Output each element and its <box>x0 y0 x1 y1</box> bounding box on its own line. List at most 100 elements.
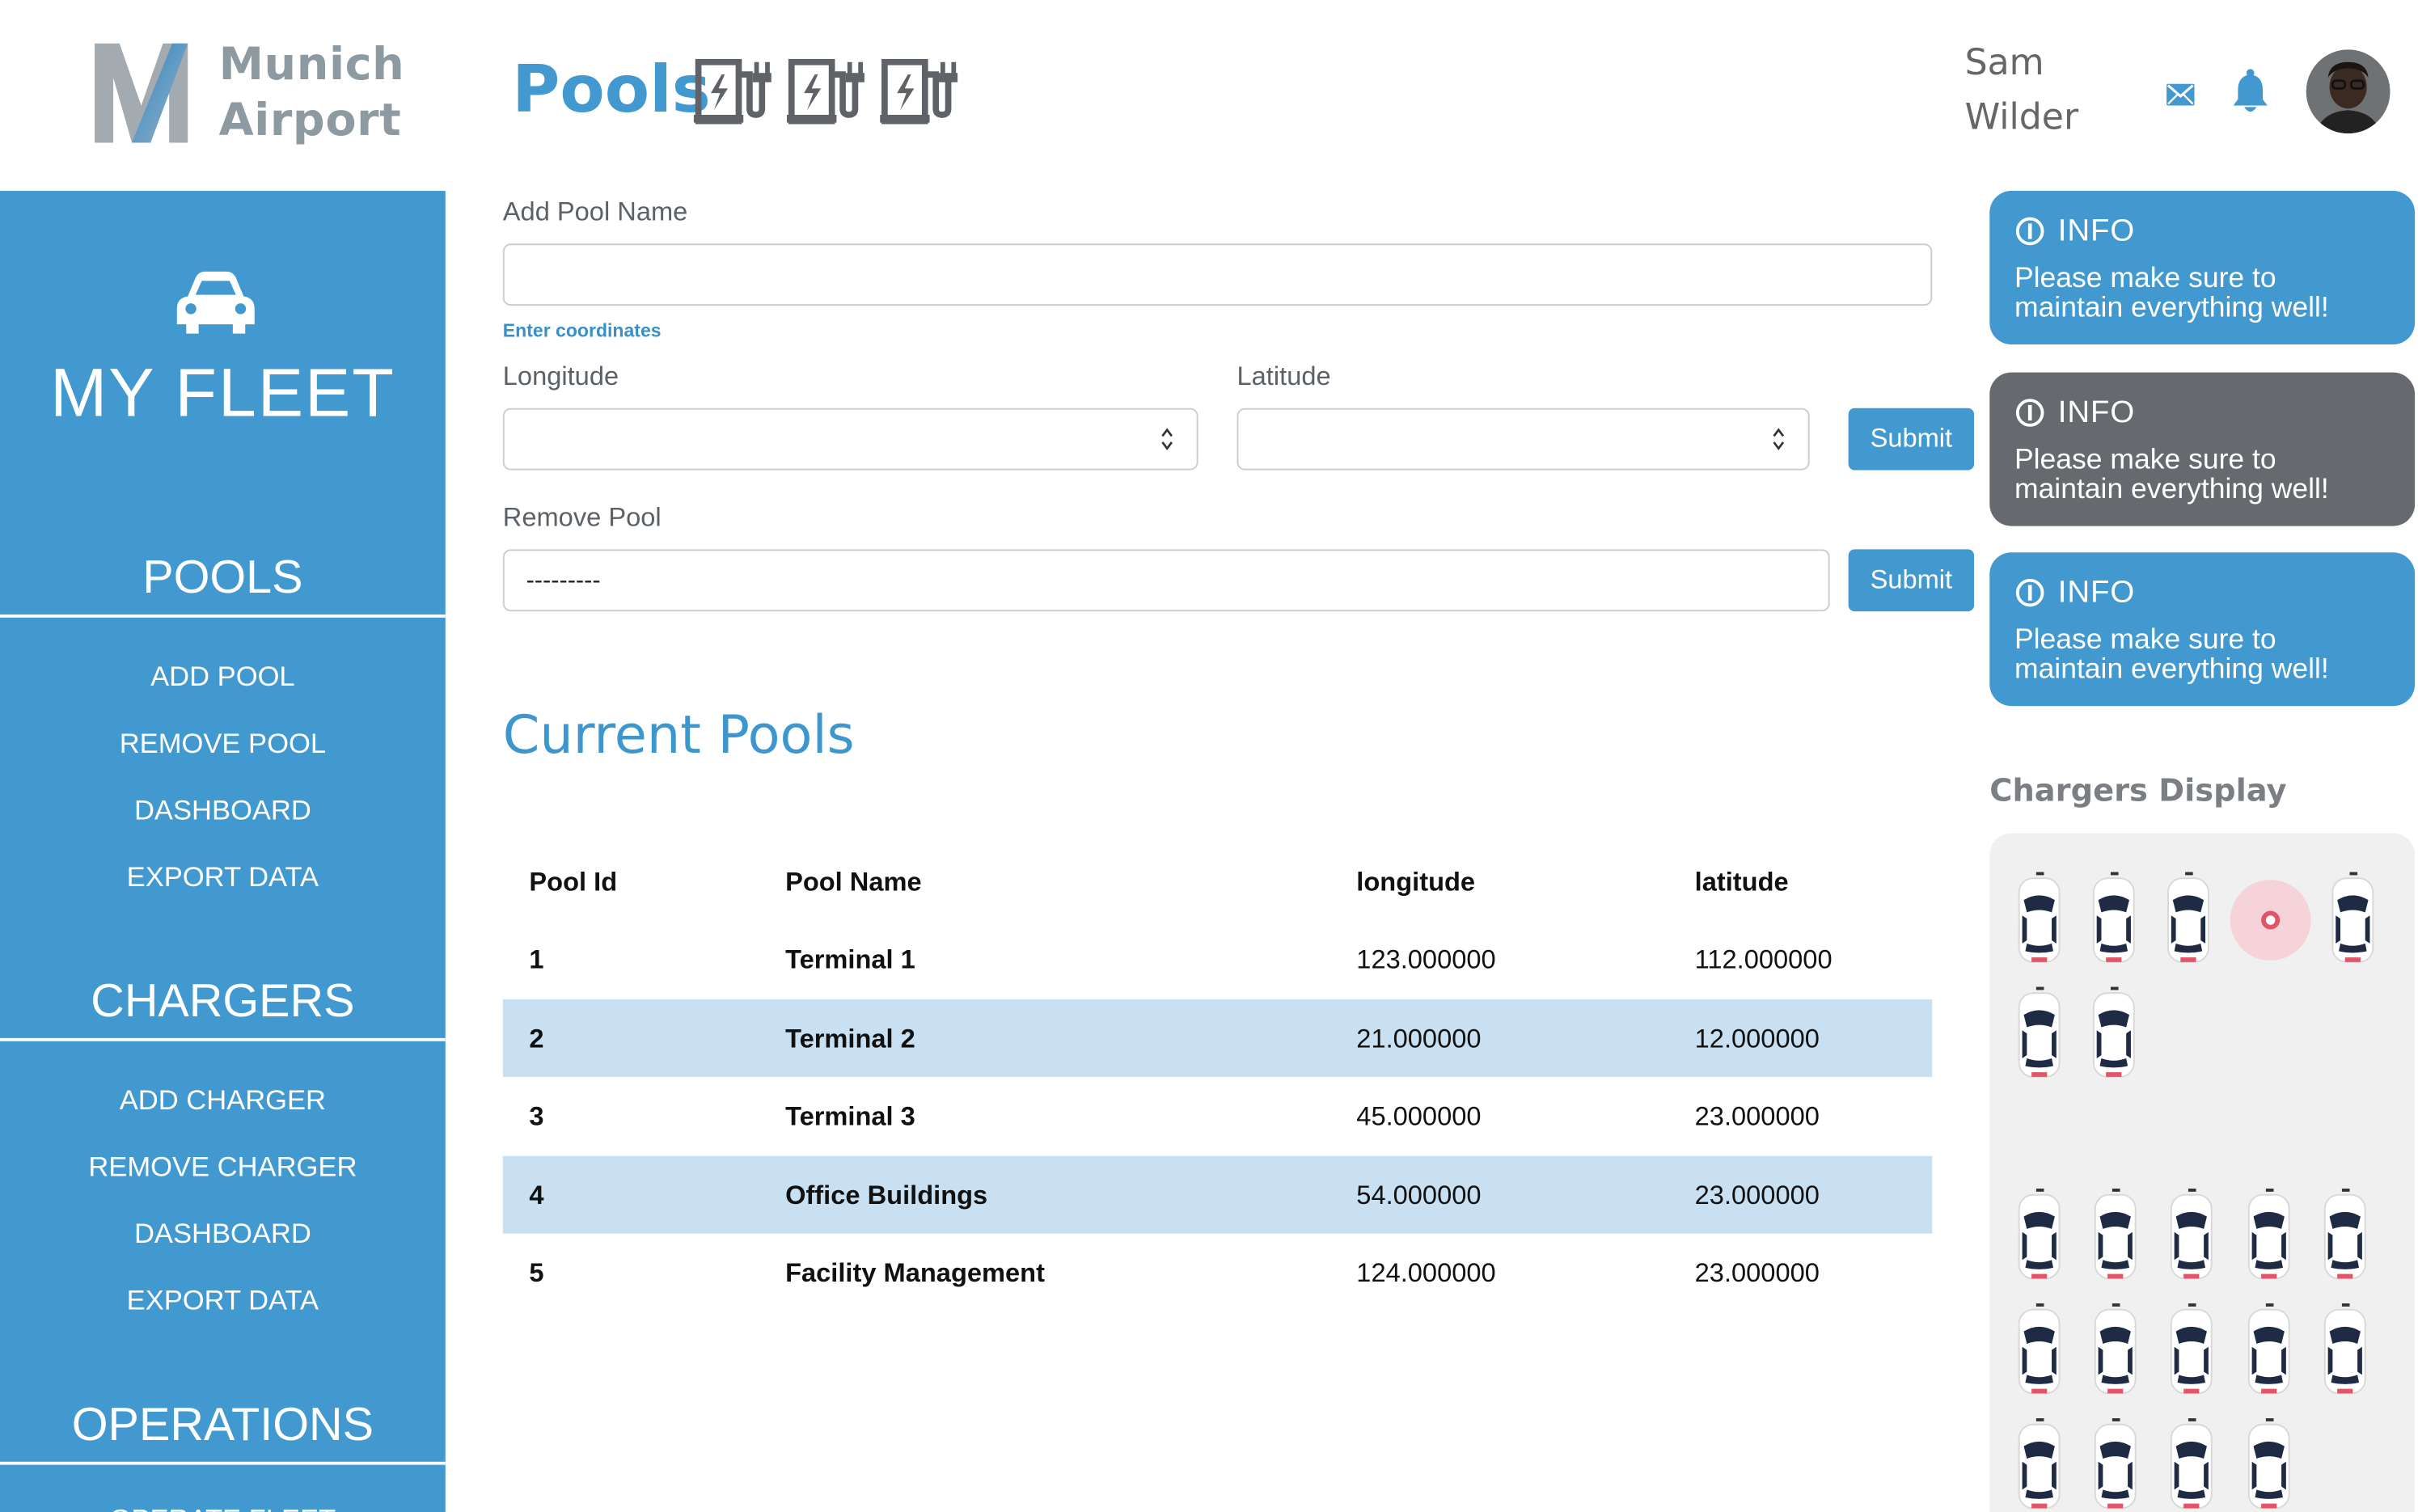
charger-car-icon[interactable] <box>2014 1418 2064 1512</box>
table-row[interactable]: 1 Terminal 1 123.000000 112.000000 <box>503 921 1932 999</box>
logo-line-1: Munich <box>218 37 405 91</box>
pool-longitude: 21.000000 <box>1356 1024 1482 1054</box>
table-row[interactable]: 3 Terminal 3 45.000000 23.000000 <box>503 1077 1932 1155</box>
bell-icon[interactable] <box>2232 68 2269 115</box>
info-card-text: Please make sure to maintain everything … <box>2014 622 2329 685</box>
charger-car-icon[interactable] <box>2166 1418 2216 1512</box>
logo-line-2: Airport <box>218 93 402 146</box>
charger-car-icon[interactable] <box>2166 1189 2216 1285</box>
ev-charger-icon <box>880 58 958 125</box>
latitude-input[interactable] <box>1236 408 1810 471</box>
nav-pools-dashboard[interactable]: DASHBOARD <box>0 795 446 827</box>
charger-car-icon[interactable] <box>2089 872 2138 969</box>
nav-pools-export-data[interactable]: EXPORT DATA <box>0 861 446 893</box>
pool-longitude: 124.000000 <box>1356 1258 1496 1288</box>
section-divider <box>0 1037 446 1041</box>
pool-latitude: 23.000000 <box>1694 1258 1820 1288</box>
nav-operate-fleet[interactable]: OPERATE FLEET <box>0 1504 446 1512</box>
charger-car-icon[interactable] <box>2014 872 2064 969</box>
charger-car-icon[interactable] <box>2014 1189 2064 1285</box>
pool-id: 1 <box>529 945 544 975</box>
nav-remove-pool[interactable]: REMOVE POOL <box>0 728 446 760</box>
add-pool-name-label: Add Pool Name <box>502 196 688 227</box>
pool-latitude: 23.000000 <box>1694 1101 1820 1132</box>
table-row[interactable]: 5 Facility Management 124.000000 23.0000… <box>503 1234 1932 1312</box>
section-title-chargers: CHARGERS <box>91 976 355 1028</box>
info-card-title: INFO <box>2057 213 2136 248</box>
coordinates-hint: Enter coordinates <box>502 319 662 342</box>
avatar[interactable] <box>2306 49 2391 134</box>
nav-chargers-dashboard[interactable]: DASHBOARD <box>0 1218 446 1250</box>
charger-car-icon[interactable] <box>2090 1189 2140 1285</box>
user-first-name: Sam <box>1964 43 2044 84</box>
latitude-label: Latitude <box>1236 361 1331 391</box>
charger-car-icon[interactable] <box>2090 1418 2140 1512</box>
pool-name: Terminal 1 <box>785 945 915 975</box>
longitude-label: Longitude <box>502 361 619 391</box>
charger-car-icon[interactable] <box>2090 1303 2140 1400</box>
charger-car-icon[interactable] <box>2014 1303 2064 1400</box>
longitude-input[interactable] <box>502 408 1198 471</box>
section-divider <box>0 614 446 618</box>
remove-pool-label: Remove Pool <box>502 502 662 533</box>
charger-car-icon[interactable] <box>2244 1303 2293 1400</box>
table-row[interactable]: 4 Office Buildings 54.000000 23.000000 <box>502 1155 1933 1234</box>
charger-car-icon[interactable] <box>2166 1303 2216 1400</box>
pool-name: Office Buildings <box>785 1180 988 1210</box>
pool-longitude: 123.000000 <box>1356 945 1496 975</box>
user-name[interactable]: Sam Wilder <box>1965 37 2079 146</box>
car-icon <box>176 271 255 334</box>
pool-latitude: 112.000000 <box>1694 945 1833 975</box>
info-card-title: INFO <box>2057 575 2136 610</box>
remove-pool-selected: --------- <box>526 568 601 595</box>
charger-car-icon[interactable] <box>2089 986 2138 1083</box>
nav-chargers-export-data[interactable]: EXPORT DATA <box>0 1285 446 1317</box>
column-header: longitude <box>1356 867 1476 897</box>
pool-longitude: 45.000000 <box>1356 1101 1482 1132</box>
pool-latitude: 23.000000 <box>1694 1180 1820 1210</box>
table-row[interactable]: 2 Terminal 2 21.000000 12.000000 <box>502 999 1933 1078</box>
logo-m-mark <box>95 43 188 143</box>
column-header: Pool Id <box>529 867 618 897</box>
munich-airport-logo: Munich Airport <box>86 34 404 158</box>
submit-coordinates-button[interactable]: Submit <box>1848 408 1975 471</box>
charger-car-icon[interactable] <box>2320 1189 2369 1285</box>
mail-icon[interactable] <box>2166 83 2195 106</box>
spinner-arrows-icon[interactable] <box>1160 425 1175 454</box>
charger-car-icon[interactable] <box>2244 1189 2293 1285</box>
submit-remove-pool-button[interactable]: Submit <box>1848 549 1975 612</box>
add-pool-name-input[interactable] <box>502 243 1933 306</box>
nav-add-pool[interactable]: ADD POOL <box>0 661 446 694</box>
pool-id: 5 <box>529 1258 544 1288</box>
user-last-name: Wilder <box>1964 97 2079 138</box>
nav-add-charger[interactable]: ADD CHARGER <box>0 1084 446 1117</box>
info-card-text: Please make sure to maintain everything … <box>2014 441 2329 505</box>
info-card-title: INFO <box>2057 395 2136 429</box>
page-title: Pools <box>512 51 711 128</box>
ev-charger-icon <box>693 58 771 125</box>
info-card: INFO Please make sure to maintain everyt… <box>1989 372 2416 526</box>
column-header: latitude <box>1694 867 1789 897</box>
charger-car-icon[interactable] <box>2320 1303 2369 1400</box>
current-pools-table: Pool Id Pool Name longitude latitude 1 T… <box>502 843 1933 1312</box>
brand-title: MY FLEET <box>50 355 395 432</box>
pool-name: Facility Management <box>785 1258 1045 1288</box>
charger-car-icon[interactable] <box>2328 872 2378 969</box>
nav-remove-charger[interactable]: REMOVE CHARGER <box>0 1151 446 1184</box>
remove-pool-select[interactable]: --------- <box>502 549 1830 612</box>
info-icon <box>2015 217 2044 246</box>
spinner-arrows-icon[interactable] <box>1771 425 1786 454</box>
pool-name: Terminal 2 <box>785 1024 915 1054</box>
pool-longitude: 54.000000 <box>1356 1180 1482 1210</box>
charger-car-icon[interactable] <box>2244 1418 2293 1512</box>
section-title-operations: OPERATIONS <box>71 1400 374 1451</box>
charger-car-icon[interactable] <box>2014 986 2064 1083</box>
charger-alert-indicator[interactable] <box>2230 880 2311 961</box>
pool-name: Terminal 3 <box>785 1101 915 1132</box>
pool-id: 2 <box>529 1024 544 1054</box>
sidebar: MY FLEET POOLS ADD POOL REMOVE POOL DASH… <box>0 191 446 1512</box>
table-header-row: Pool Id Pool Name longitude latitude <box>503 843 1932 921</box>
charger-car-icon[interactable] <box>2163 872 2213 969</box>
info-card: INFO Please make sure to maintain everyt… <box>1989 191 2416 345</box>
pool-id: 4 <box>529 1180 544 1210</box>
